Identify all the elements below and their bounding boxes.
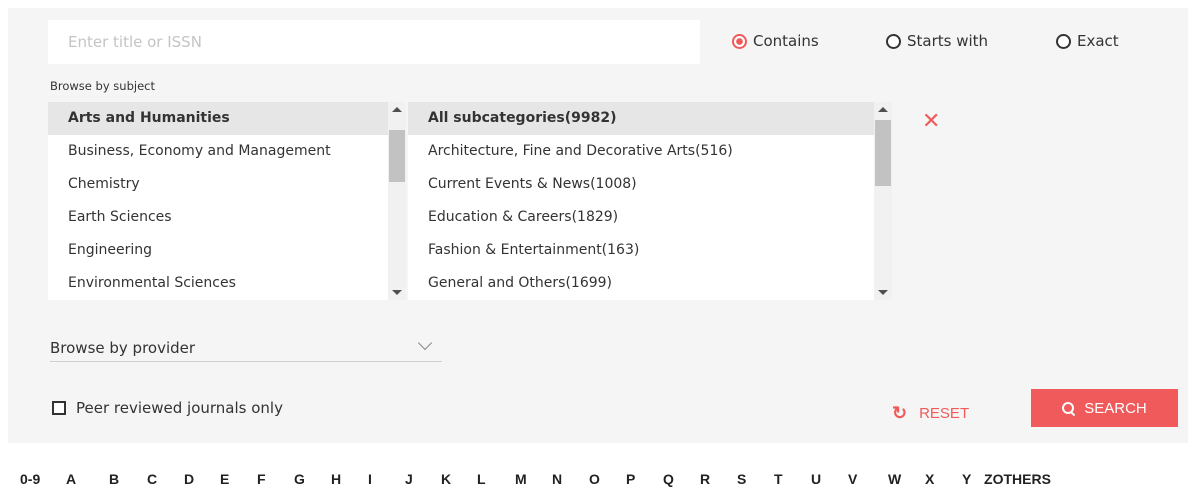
subcategory-item[interactable]: Current Events & News(1008) xyxy=(408,168,874,201)
category-item[interactable]: Business, Economy and Management xyxy=(48,135,388,168)
subcategory-item[interactable]: All subcategories(9982) xyxy=(408,102,874,135)
subcategory-scrollbar[interactable] xyxy=(874,102,892,300)
alpha-link[interactable]: J xyxy=(405,471,441,491)
category-scrollbar[interactable] xyxy=(388,102,406,300)
alpha-link[interactable]: R xyxy=(700,471,737,491)
category-item[interactable]: Earth Sciences xyxy=(48,201,388,234)
radio-contains[interactable]: Contains xyxy=(732,32,819,50)
scroll-up-icon[interactable] xyxy=(392,107,402,112)
category-item[interactable]: Arts and Humanities xyxy=(48,102,388,135)
refresh-icon: ↻ xyxy=(892,403,908,423)
radio-unselected-icon xyxy=(886,33,901,49)
alpha-link[interactable]: K xyxy=(441,471,477,491)
alpha-link[interactable]: T xyxy=(774,471,811,491)
alpha-link[interactable]: B xyxy=(109,471,147,491)
alpha-link[interactable]: F xyxy=(257,471,294,491)
alphabet-nav: 0-9 A B C D E F G H I J K L M N O P Q R … xyxy=(20,471,1051,491)
scroll-down-icon[interactable] xyxy=(392,290,402,295)
alpha-link[interactable]: L xyxy=(477,471,515,491)
alpha-link[interactable]: N xyxy=(552,471,589,491)
category-item[interactable]: Engineering xyxy=(48,234,388,267)
reset-label: RESET xyxy=(919,404,970,422)
subject-label: Browse by subject xyxy=(50,79,155,93)
alpha-link[interactable]: V xyxy=(848,471,888,491)
alpha-link[interactable]: U xyxy=(811,471,848,491)
scroll-down-icon[interactable] xyxy=(878,290,888,295)
category-item[interactable]: Environmental Sciences xyxy=(48,267,388,300)
peer-reviewed-checkbox[interactable]: Peer reviewed journals only xyxy=(52,399,283,417)
subcategory-item[interactable]: Education & Careers(1829) xyxy=(408,201,874,234)
alpha-link[interactable]: G xyxy=(294,471,331,491)
radio-label: Contains xyxy=(753,32,819,50)
scroll-up-icon[interactable] xyxy=(878,107,888,112)
alpha-link[interactable]: S xyxy=(737,471,774,491)
radio-selected-icon xyxy=(732,33,747,49)
alpha-link[interactable]: W xyxy=(888,471,925,491)
radio-starts-with[interactable]: Starts with xyxy=(886,32,988,50)
alpha-link[interactable]: A xyxy=(66,471,109,491)
alpha-link[interactable]: E xyxy=(220,471,257,491)
radio-unselected-icon xyxy=(1056,33,1071,49)
alpha-link[interactable]: M xyxy=(515,471,552,491)
alpha-link[interactable]: X xyxy=(925,471,962,491)
search-button[interactable]: SEARCH xyxy=(1031,389,1178,427)
provider-dropdown[interactable]: Browse by provider xyxy=(50,330,442,362)
search-input[interactable] xyxy=(48,20,700,64)
reset-button[interactable]: ↻ RESET xyxy=(892,404,969,422)
checkbox-icon[interactable] xyxy=(52,401,66,415)
scrollbar-thumb[interactable] xyxy=(389,130,405,182)
close-icon[interactable]: ✕ xyxy=(922,111,940,133)
alpha-link[interactable]: O xyxy=(589,471,626,491)
subcategory-item[interactable]: Architecture, Fine and Decorative Arts(5… xyxy=(408,135,874,168)
radio-label: Starts with xyxy=(907,32,989,50)
provider-label: Browse by provider xyxy=(50,339,196,357)
alpha-link[interactable]: H xyxy=(331,471,368,491)
alpha-link[interactable]: C xyxy=(147,471,184,491)
alpha-link[interactable]: OTHERS xyxy=(993,471,1051,491)
subcategory-item[interactable]: General and Others(1699) xyxy=(408,267,874,300)
alpha-link[interactable]: Q xyxy=(663,471,700,491)
chevron-down-icon xyxy=(417,335,433,351)
radio-label: Exact xyxy=(1077,32,1119,50)
subject-category-list[interactable]: Arts and Humanities Business, Economy an… xyxy=(48,102,388,300)
alpha-link[interactable]: I xyxy=(368,471,405,491)
search-panel: Contains Starts with Exact Browse by sub… xyxy=(8,8,1188,443)
peer-reviewed-label: Peer reviewed journals only xyxy=(76,399,283,417)
alpha-link[interactable]: D xyxy=(184,471,220,491)
alpha-link[interactable]: P xyxy=(626,471,663,491)
search-label: SEARCH xyxy=(1084,399,1147,417)
scrollbar-thumb[interactable] xyxy=(875,120,891,186)
subcategory-item[interactable]: Fashion & Entertainment(163) xyxy=(408,234,874,267)
alpha-link[interactable]: Z xyxy=(984,471,993,491)
alpha-link[interactable]: 0-9 xyxy=(20,471,66,491)
subcategory-list[interactable]: All subcategories(9982) Architecture, Fi… xyxy=(408,102,874,300)
search-icon xyxy=(1062,402,1076,417)
alpha-link[interactable]: Y xyxy=(962,471,984,491)
category-item[interactable]: Chemistry xyxy=(48,168,388,201)
radio-exact[interactable]: Exact xyxy=(1056,32,1119,50)
